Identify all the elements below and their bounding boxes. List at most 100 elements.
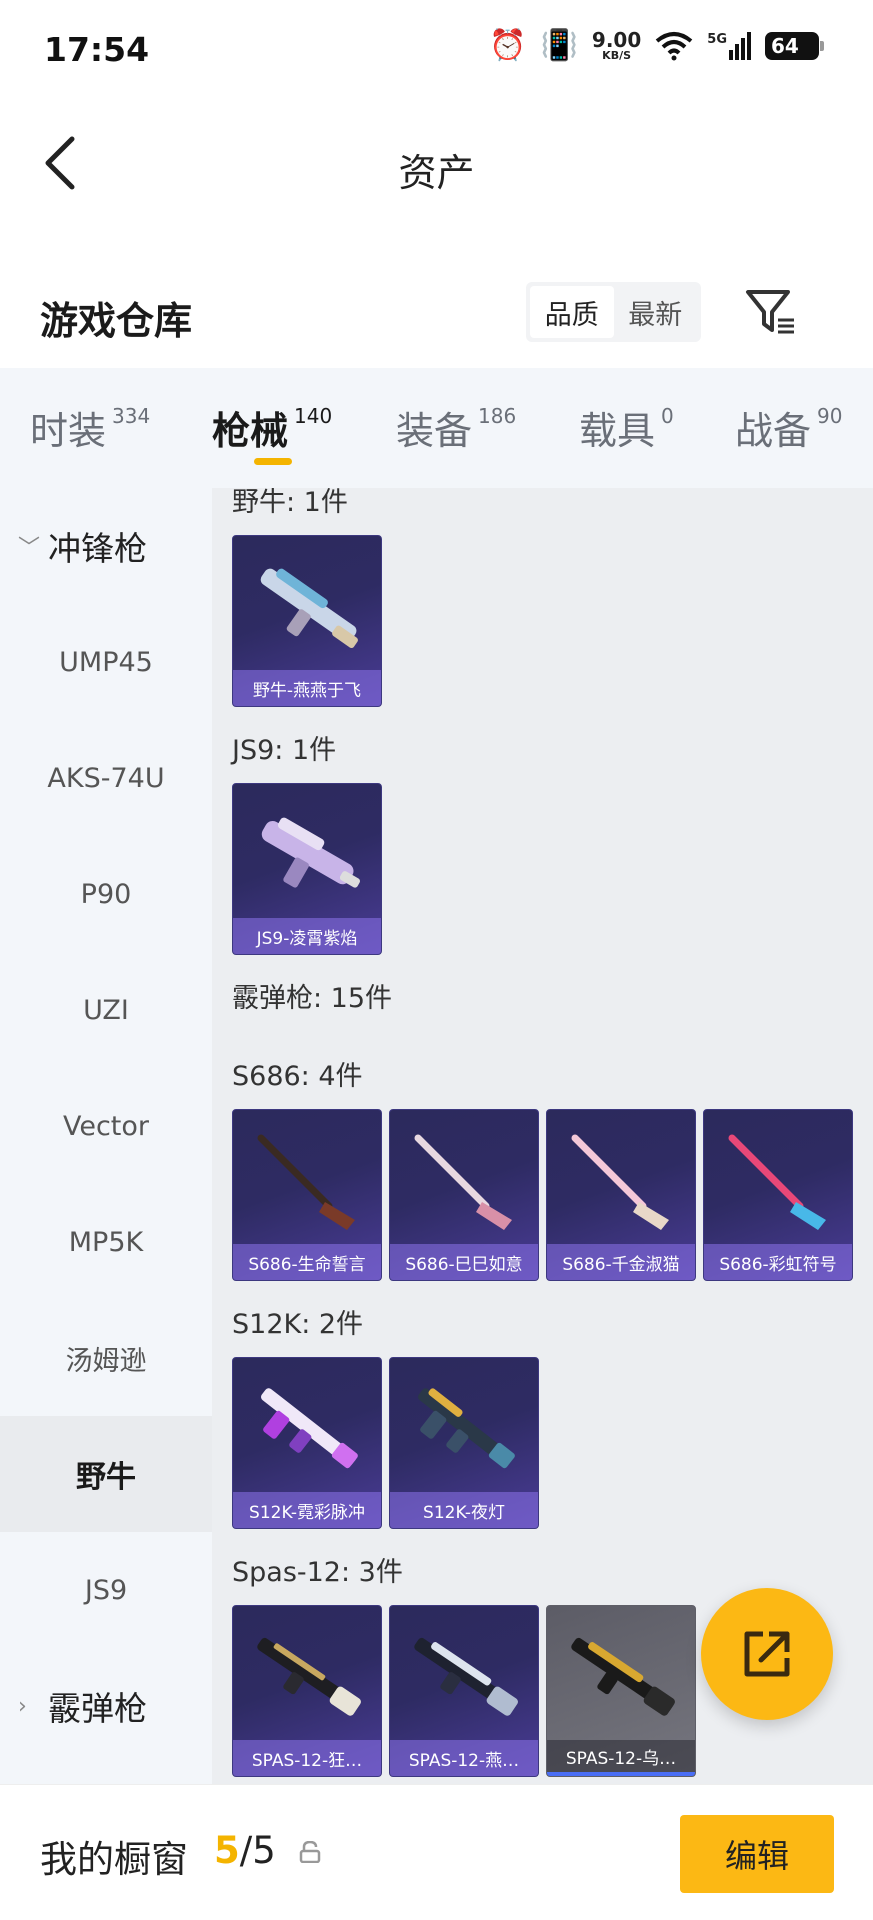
signal-icon: 5G [707, 31, 751, 60]
category-tabs: 时装 334 枪械 140 装备 186 载具 0 战备 90 [0, 368, 873, 488]
sidebar-item-ump45[interactable]: UMP45 [0, 604, 212, 720]
tab-count: 140 [294, 404, 333, 428]
sidebar-item-p90[interactable]: P90 [0, 836, 212, 952]
chevron-right-icon: › [18, 1693, 27, 1719]
tab-gear[interactable]: 战备 90 [735, 400, 842, 455]
group-label: 霰弹枪: 15件 [232, 983, 393, 1014]
tab-label: 枪械 [212, 409, 289, 453]
weapon-card[interactable]: S12K-霓彩脉冲 [232, 1357, 382, 1529]
shotgun-skin-icon [261, 1388, 358, 1469]
weapon-card[interactable]: S686-千金淑猫 [546, 1109, 696, 1281]
shotgun-skin-icon [257, 1637, 361, 1716]
sort-newest-button[interactable]: 最新 [614, 286, 698, 338]
tab-count: 0 [661, 404, 674, 428]
weapon-card[interactable]: 野牛-燕燕于飞 [232, 535, 382, 707]
section-title: 游戏仓库 [40, 299, 193, 343]
sidebar-item-aks74u[interactable]: AKS-74U [0, 720, 212, 836]
group-label: JS9: 1件 [232, 735, 337, 766]
weapon-card-name: S686-千金淑猫 [547, 1244, 695, 1280]
shotgun-skin-icon [418, 1388, 515, 1469]
weapon-card-name: JS9-凌霄紫焰 [233, 918, 381, 954]
sidebar-item-js9[interactable]: JS9 [0, 1532, 212, 1648]
weapon-card-name: 野牛-燕燕于飞 [233, 670, 381, 706]
shotgun-skin-icon [571, 1637, 675, 1716]
shotgun-skin-icon [414, 1637, 518, 1716]
status-icons: ⏰ 📳 9.00 KB/S 5G 64 [489, 27, 824, 63]
chevron-down-icon: ﹀ [18, 536, 41, 561]
showcase-total: /5 [239, 1829, 276, 1872]
edit-button[interactable]: 编辑 [680, 1815, 834, 1893]
smg-skin-icon [261, 817, 360, 888]
bottom-bar: 我的橱窗 5/5 编辑 [0, 1784, 873, 1920]
alarm-icon: ⏰ [489, 27, 527, 63]
sidebar-group-label: 霰弹枪 [48, 1689, 147, 1728]
signal-label: 5G [707, 31, 727, 47]
page-title: 资产 [398, 151, 475, 195]
weapon-card[interactable]: S686-生命誓言 [232, 1109, 382, 1281]
shotgun-skin-icon [571, 1134, 669, 1230]
net-speed-unit: KB/S [602, 49, 632, 62]
group-label: S12K: 2件 [232, 1309, 364, 1340]
weapon-card-name: S12K-夜灯 [390, 1492, 538, 1528]
weapon-card[interactable]: SPAS-12-燕… [389, 1605, 539, 1777]
weapon-card-name: S686-彩虹符号 [704, 1244, 852, 1280]
shotgun-skin-icon [728, 1134, 826, 1230]
sidebar-item-vector[interactable]: Vector [0, 1068, 212, 1184]
sidebar-group-shotgun[interactable]: › 霰弹枪 [0, 1648, 212, 1764]
group-label: S686: 4件 [232, 1061, 363, 1092]
tab-count: 186 [478, 404, 517, 428]
sort-toggle: 品质 最新 [526, 282, 701, 342]
section-header: 游戏仓库 品质 最新 [0, 270, 873, 360]
weapon-card[interactable]: S686-巳巳如意 [389, 1109, 539, 1281]
status-bar: 17:54 ⏰ 📳 9.00 KB/S 5G 64 [0, 0, 873, 104]
weapon-card-name: S12K-霓彩脉冲 [233, 1492, 381, 1528]
sidebar-item-bizon[interactable]: 野牛 [0, 1416, 212, 1532]
nav-header: 资产 [0, 104, 873, 224]
weapon-card-name: SPAS-12-狂… [233, 1740, 381, 1776]
shotgun-skin-icon [257, 1134, 355, 1230]
showcase-count: 5/5 [214, 1829, 276, 1872]
weapon-card-name: S686-巳巳如意 [390, 1244, 538, 1280]
shotgun-skin-icon [414, 1134, 512, 1230]
status-time: 17:54 [44, 30, 150, 69]
filter-button[interactable] [742, 284, 802, 344]
weapon-card-name: S686-生命誓言 [233, 1244, 381, 1280]
tab-label: 装备 [396, 409, 473, 453]
weapon-card[interactable]: JS9-凌霄紫焰 [232, 783, 382, 955]
tab-guns[interactable]: 枪械 140 [212, 400, 332, 455]
weapon-card[interactable]: S686-彩虹符号 [703, 1109, 853, 1281]
share-external-icon [744, 1631, 790, 1677]
filter-icon [746, 290, 794, 334]
weapon-card[interactable]: S12K-夜灯 [389, 1357, 539, 1529]
tab-equipment[interactable]: 装备 186 [396, 400, 516, 455]
tab-label: 战备 [735, 409, 812, 453]
sidebar-group-label: 冲锋枪 [48, 529, 147, 568]
showcase-label: 我的橱窗 [40, 1838, 188, 1881]
weapon-type-sidebar: ﹀ 冲锋枪 UMP45 AKS-74U P90 UZI Vector MP5K … [0, 488, 212, 1784]
sidebar-item-uzi[interactable]: UZI [0, 952, 212, 1068]
battery-indicator: 64 [765, 31, 824, 60]
tab-label: 载具 [579, 409, 656, 453]
tab-fashion[interactable]: 时装 334 [30, 400, 150, 455]
weapon-card[interactable]: SPAS-12-狂… [232, 1605, 382, 1777]
sidebar-group-smg[interactable]: ﹀ 冲锋枪 [0, 488, 212, 604]
group-label: 野牛: 1件 [232, 488, 348, 518]
tab-count: 90 [817, 404, 843, 428]
network-speed: 9.00 KB/S [592, 30, 641, 61]
sort-quality-button[interactable]: 品质 [530, 286, 614, 338]
weapon-card[interactable]: SPAS-12-乌… [546, 1605, 696, 1777]
smg-skin-icon [260, 568, 358, 649]
share-fab-button[interactable] [701, 1588, 833, 1720]
weapon-card-name: SPAS-12-乌… [547, 1740, 695, 1776]
sidebar-item-thompson[interactable]: 汤姆逊 [0, 1300, 212, 1416]
net-speed-value: 9.00 [591, 28, 642, 52]
lock-icon [299, 1841, 321, 1863]
tab-label: 时装 [30, 409, 107, 453]
wifi-icon [656, 31, 693, 60]
sidebar-item-mp5k[interactable]: MP5K [0, 1184, 212, 1300]
active-tab-indicator [254, 458, 292, 465]
weapon-card-name: SPAS-12-燕… [390, 1740, 538, 1776]
tab-count: 334 [112, 404, 151, 428]
vibrate-icon: 📳 [540, 27, 578, 63]
tab-vehicles[interactable]: 载具 0 [579, 400, 674, 455]
